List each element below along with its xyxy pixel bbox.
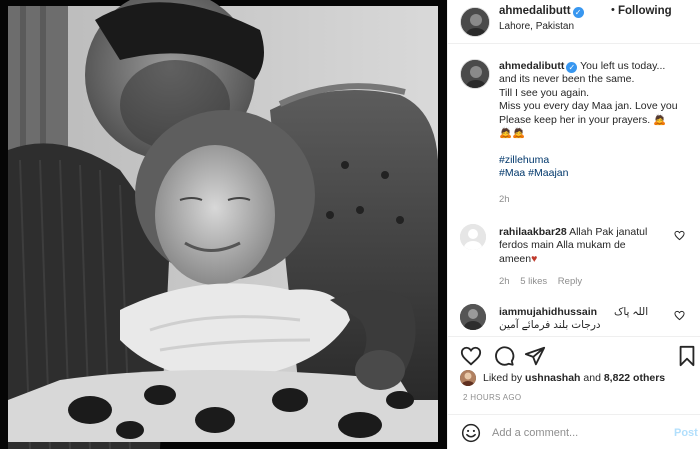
likes-text: Liked by ushnashah and 8,822 others (483, 372, 665, 384)
bookmark-icon[interactable] (676, 345, 698, 367)
caption-author-avatar[interactable] (460, 59, 490, 89)
verified-badge-icon: ✓ (566, 62, 578, 73)
commenter-username[interactable]: iammujahidhussain (499, 306, 597, 318)
post-location[interactable]: Lahore, Pakistan (499, 21, 574, 32)
post-action-bar (448, 336, 700, 372)
comment-text: rahilaakbar28 Allah Pak janatul ferdos m… (499, 226, 675, 266)
comment-meta: 2h 5 likes Reply (499, 276, 590, 287)
default-avatar-icon (460, 224, 486, 250)
caption-emoji-line: 🙇🙇 (499, 127, 526, 140)
commenter-avatar[interactable] (460, 304, 486, 330)
red-heart-emoji: ♥ (531, 252, 538, 265)
post-comment-button[interactable]: Post (674, 427, 698, 439)
post-details-panel: ahmedalibutt ✓ • Following Lahore, Pakist… (447, 0, 700, 449)
comment-body: اللہ پاک (613, 306, 649, 318)
post-photo[interactable] (0, 0, 447, 449)
liker-avatar[interactable] (460, 370, 476, 386)
verified-badge-icon: ✓ (572, 7, 584, 18)
likes-others-count[interactable]: 8,822 others (604, 372, 665, 384)
comment-body: Allah Pak janatul (569, 226, 648, 238)
following-button[interactable]: Following (618, 5, 672, 17)
comment-text: iammujahidhussain اللہ پاک درجات بلند فر… (499, 306, 675, 333)
caption-username[interactable]: ahmedalibutt (499, 60, 564, 72)
post-photo-image (0, 0, 447, 449)
reply-button[interactable]: Reply (558, 276, 582, 287)
separator-dot: • (611, 4, 615, 16)
post-timestamp[interactable]: 2 HOURS AGO (463, 393, 521, 402)
avatar-image (460, 304, 486, 330)
caption-timestamp[interactable]: 2h (499, 194, 510, 205)
commenter-username[interactable]: rahilaakbar28 (499, 226, 567, 238)
comment-body: ferdos main Alla mukam de (499, 239, 626, 252)
likes-summary: Liked by ushnashah and 8,822 others (448, 370, 700, 388)
avatar-image (461, 60, 489, 88)
avatar-image (460, 370, 476, 386)
share-icon[interactable] (524, 345, 546, 367)
caption-text-line: You left us today... (580, 60, 666, 72)
caption-text-line: and its never been the same. (499, 73, 635, 86)
comment-body: ameen (499, 252, 532, 265)
comment-icon[interactable] (493, 345, 515, 367)
comment-time[interactable]: 2h (499, 276, 510, 287)
caption-line-1: ahmedalibutt ✓ You left us today... (499, 60, 694, 73)
avatar-image (461, 8, 489, 36)
comment-likes[interactable]: 5 likes (520, 276, 547, 287)
caption-text-line: Miss you every day Maa jan. Love you (499, 100, 678, 113)
comment-like-icon[interactable] (674, 230, 685, 241)
hashtag-link[interactable]: #Maa #Maajan (499, 167, 694, 180)
commenter-avatar[interactable] (460, 224, 486, 250)
caption-text-line: Please keep her in your prayers. 🙇 (499, 113, 667, 126)
emoji-smile-icon[interactable] (461, 423, 481, 443)
author-username-text[interactable]: ahmedalibutt (499, 5, 571, 17)
likes-and: and (583, 372, 601, 384)
comment-input[interactable] (492, 423, 662, 443)
author-avatar[interactable] (460, 7, 490, 37)
comment-like-icon[interactable] (674, 310, 685, 321)
post-header: ahmedalibutt ✓ • Following Lahore, Pakist… (448, 0, 700, 44)
likes-prefix: Liked by (483, 372, 523, 384)
caption-text-line: Till I see you again. (499, 86, 590, 99)
caption-text: ahmedalibutt ✓ You left us today... and i… (499, 60, 694, 181)
hashtag-link[interactable]: #zillehuma (499, 154, 694, 167)
author-username[interactable]: ahmedalibutt ✓ (499, 5, 584, 18)
heart-icon[interactable] (460, 345, 482, 367)
add-comment-bar: Post (448, 414, 700, 449)
comment-body: درجات بلند فرمائے آمین (499, 319, 601, 332)
liker-username[interactable]: ushnashah (525, 372, 580, 384)
